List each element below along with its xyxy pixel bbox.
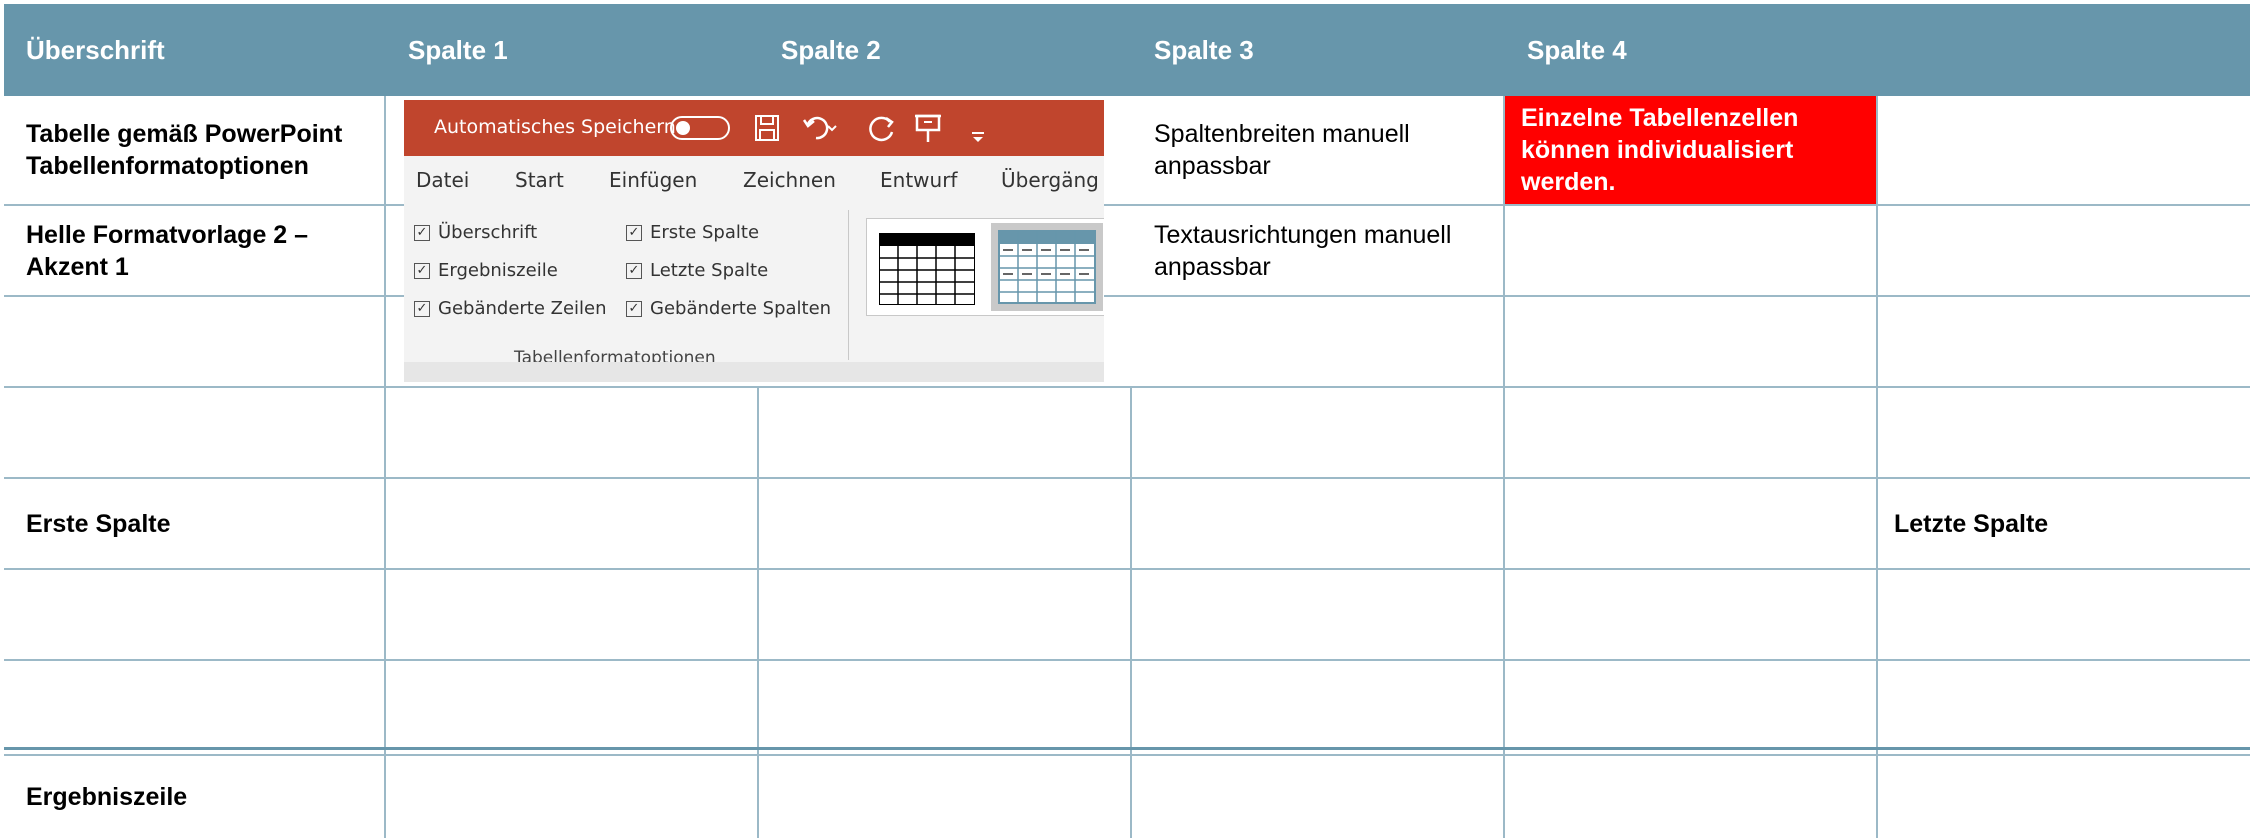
undo-icon[interactable] (802, 112, 838, 151)
table-cell: Spaltenbreiten manuell anpassbar (1154, 120, 1410, 180)
grid-vline (384, 96, 386, 838)
checkbox-label: Letzte Spalte (650, 260, 769, 281)
checkbox-header-row[interactable]: ✓ Überschrift (414, 222, 537, 243)
checkbox-label: Ergebniszeile (438, 260, 558, 281)
group-separator (848, 210, 849, 360)
customize-icon[interactable] (970, 120, 986, 153)
total-row-cell: Ergebniszeile (26, 783, 188, 811)
checkbox-banded-columns[interactable]: ✓ Gebänderte Spalten (626, 298, 831, 319)
grid-vline (1503, 96, 1505, 838)
ribbon-menu: Datei Start Einfügen Zeichnen Entwurf Üb… (404, 156, 1104, 202)
autosave-toggle[interactable] (670, 116, 730, 140)
last-column-cell: Letzte Spalte (1894, 509, 2049, 538)
header-cell-col3: Spalte 3 (1154, 34, 1254, 65)
autosave-label: Automatisches Speichern (434, 116, 676, 138)
redo-icon[interactable] (866, 112, 898, 151)
grid-hline (4, 659, 2250, 661)
header-cell-col2: Spalte 2 (781, 34, 881, 65)
menu-item-datei[interactable]: Datei (416, 168, 469, 192)
format-table: Überschrift Spalte 1 Spalte 2 Spalte 3 S… (4, 4, 2250, 838)
grid-hline (4, 568, 2250, 570)
table-style-accent-thumbnail-selected[interactable] (991, 223, 1103, 311)
grid-vline (1876, 96, 1878, 838)
header-cell-col1: Spalte 1 (408, 34, 508, 65)
total-row-separator (4, 747, 2250, 750)
first-column-cell: Tabelle gemäß PowerPoint Tabellenformato… (26, 120, 343, 180)
menu-item-einfuegen[interactable]: Einfügen (609, 168, 697, 192)
checkbox-label: Gebänderte Spalten (650, 298, 832, 319)
table-style-gallery (866, 218, 1104, 316)
first-column-cell: Helle Formatvorlage 2 – Akzent 1 (26, 220, 309, 281)
header-cell-heading: Überschrift (26, 34, 165, 65)
checkbox-first-column[interactable]: ✓ Erste Spalte (626, 222, 759, 243)
first-column-cell: Erste Spalte (26, 509, 171, 538)
header-cell-col4: Spalte 4 (1527, 34, 1627, 65)
checkbox-check-icon: ✓ (414, 262, 430, 279)
ribbon-screenshot: Automatisches Speichern Datei Start Einf… (404, 100, 1104, 382)
checkbox-check-icon: ✓ (626, 262, 642, 279)
ribbon-title-bar: Automatisches Speichern (404, 100, 1104, 156)
save-icon[interactable] (754, 114, 780, 149)
table-cell: Textausrichtungen manuell anpassbar (1154, 220, 1452, 281)
ribbon-bottom-edge (404, 362, 1104, 382)
table-style-dark-thumbnail[interactable] (878, 232, 976, 306)
checkbox-label: Erste Spalte (650, 222, 760, 243)
menu-item-uebergaenge[interactable]: Übergäng (1001, 168, 1099, 192)
grid-hline (4, 386, 2250, 388)
checkbox-label: Gebänderte Zeilen (438, 298, 607, 319)
menu-item-start[interactable]: Start (515, 168, 564, 192)
checkbox-check-icon: ✓ (626, 224, 642, 241)
checkbox-banded-rows[interactable]: ✓ Gebänderte Zeilen (414, 298, 607, 319)
checkbox-label: Überschrift (438, 222, 538, 243)
present-icon[interactable] (914, 112, 942, 151)
menu-item-zeichnen[interactable]: Zeichnen (743, 168, 836, 192)
menu-item-entwurf[interactable]: Entwurf (880, 168, 957, 192)
grid-vline (1130, 388, 1132, 838)
checkbox-last-column[interactable]: ✓ Letzte Spalte (626, 260, 768, 281)
highlighted-cell: Einzelne Tabellenzellen können individua… (1505, 96, 1876, 204)
grid-vline (757, 388, 759, 838)
checkbox-check-icon: ✓ (414, 300, 430, 317)
checkbox-check-icon: ✓ (626, 300, 642, 317)
grid-hline (4, 295, 2250, 297)
table-header-row: Überschrift Spalte 1 Spalte 2 Spalte 3 S… (4, 4, 2250, 96)
checkbox-check-icon: ✓ (414, 224, 430, 241)
checkbox-total-row[interactable]: ✓ Ergebniszeile (414, 260, 558, 281)
